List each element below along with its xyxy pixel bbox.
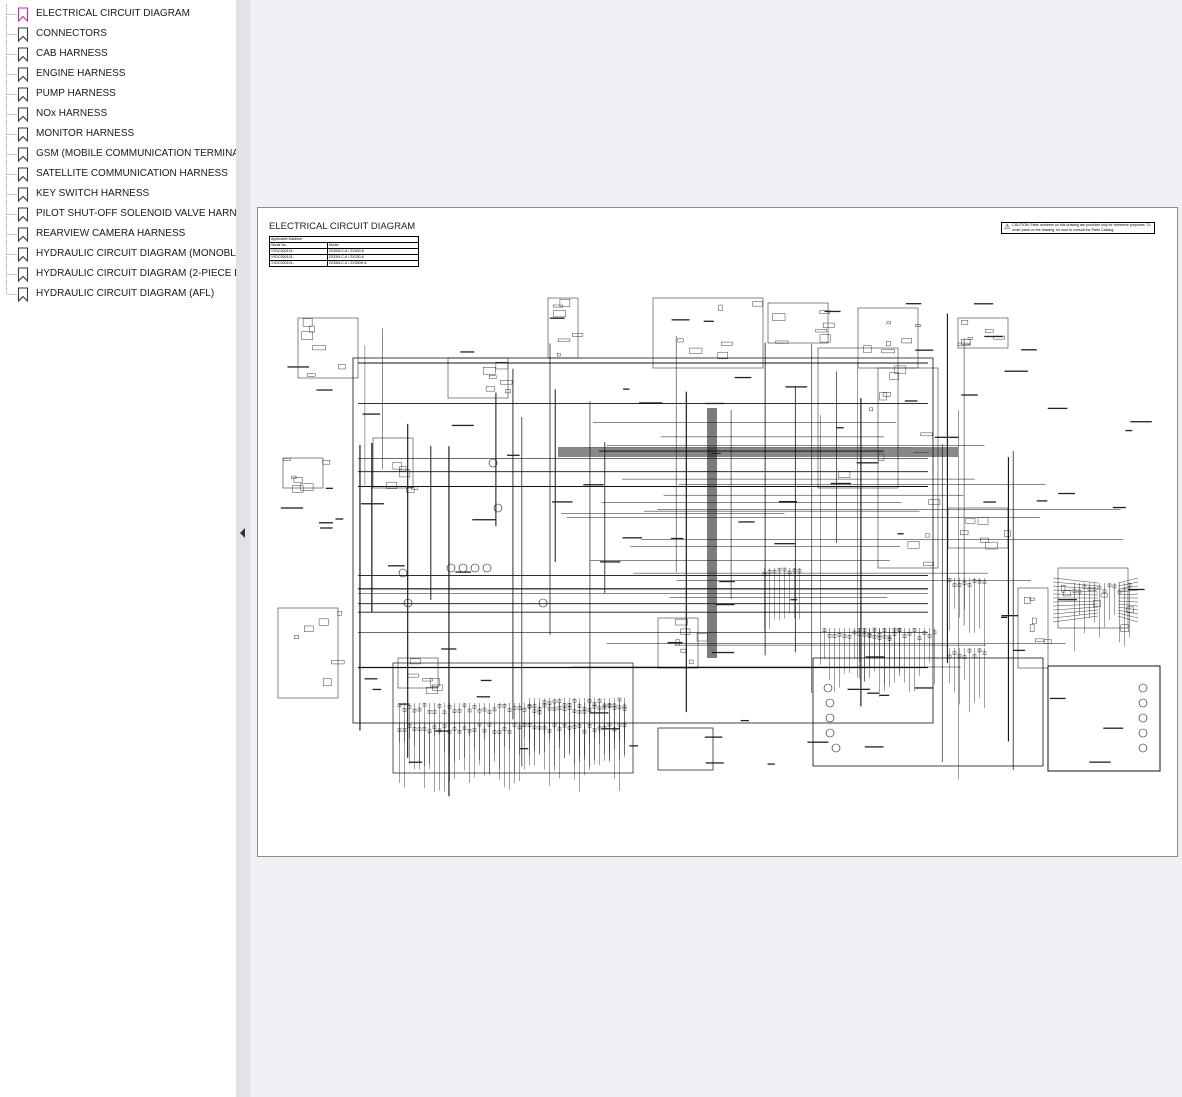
- bookmark-item[interactable]: GSM (MOBILE COMMUNICATION TERMINAL) HAR: [0, 144, 236, 164]
- bookmark-item[interactable]: REARVIEW CAMERA HARNESS: [0, 224, 236, 244]
- bookmark-icon: [17, 227, 29, 242]
- bookmarks-panel: ELECTRICAL CIRCUIT DIAGRAM CONNECTORS CAB …: [0, 0, 236, 1097]
- bookmark-label: MONITOR HARNESS: [36, 128, 135, 139]
- bookmark-item[interactable]: CONNECTORS: [0, 24, 236, 44]
- panel-splitter[interactable]: [236, 0, 250, 1097]
- bookmark-icon: [17, 27, 29, 42]
- bookmark-label: CONNECTORS: [36, 28, 107, 39]
- bookmark-icon: [17, 207, 29, 222]
- bookmark-item[interactable]: HYDRAULIC CIRCUIT DIAGRAM (2-PIECE BOOM)…: [0, 264, 236, 284]
- bookmark-icon: [17, 107, 29, 122]
- bookmark-item[interactable]: PILOT SHUT-OFF SOLENOID VALVE HARNESS: [0, 204, 236, 224]
- bookmark-icon: [17, 247, 29, 262]
- bookmark-item[interactable]: ELECTRICAL CIRCUIT DIAGRAM: [0, 4, 236, 24]
- bookmark-item[interactable]: PUMP HARNESS: [0, 84, 236, 104]
- bookmark-label: HYDRAULIC CIRCUIT DIAGRAM (2-PIECE BOOM)…: [36, 268, 236, 279]
- bookmark-label: NOx HARNESS: [36, 108, 108, 119]
- bookmark-icon: [17, 7, 29, 22]
- circuit-schematic: [277, 297, 1161, 797]
- bookmark-item[interactable]: ENGINE HARNESS: [0, 64, 236, 84]
- bookmark-list: ELECTRICAL CIRCUIT DIAGRAM CONNECTORS CAB …: [0, 4, 236, 304]
- bookmark-label: KEY SWITCH HARNESS: [36, 188, 150, 199]
- bookmark-label: HYDRAULIC CIRCUIT DIAGRAM (AFL): [36, 288, 215, 299]
- bookmark-label: REARVIEW CAMERA HARNESS: [36, 228, 186, 239]
- bookmark-item[interactable]: MONITOR HARNESS: [0, 124, 236, 144]
- bookmark-icon: [17, 187, 29, 202]
- document-page: ELECTRICAL CIRCUIT DIAGRAM Applicable Ma…: [257, 207, 1178, 857]
- bookmark-label: ENGINE HARNESS: [36, 68, 126, 79]
- bookmark-icon: [17, 67, 29, 82]
- bookmark-label: CAB HARNESS: [36, 48, 108, 59]
- bookmark-label: ELECTRICAL CIRCUIT DIAGRAM: [36, 8, 190, 19]
- bookmark-icon: [17, 287, 29, 302]
- bookmark-item[interactable]: KEY SWITCH HARNESS: [0, 184, 236, 204]
- bookmark-label: GSM (MOBILE COMMUNICATION TERMINAL) HAR: [36, 148, 236, 159]
- bookmark-item[interactable]: HYDRAULIC CIRCUIT DIAGRAM (MONOBLOCK BOO: [0, 244, 236, 264]
- bookmark-label: HYDRAULIC CIRCUIT DIAGRAM (MONOBLOCK BOO: [36, 248, 236, 259]
- bookmark-icon: [17, 47, 29, 62]
- bookmark-item[interactable]: CAB HARNESS: [0, 44, 236, 64]
- bookmark-icon: [17, 127, 29, 142]
- bookmark-label: PILOT SHUT-OFF SOLENOID VALVE HARNESS: [36, 208, 236, 219]
- bookmark-icon: [17, 167, 29, 182]
- bookmark-item[interactable]: NOx HARNESS: [0, 104, 236, 124]
- bookmark-icon: [17, 147, 29, 162]
- bookmark-label: SATELLITE COMMUNICATION HARNESS: [36, 168, 228, 179]
- bookmark-icon: [17, 267, 29, 282]
- bookmark-icon: [17, 87, 29, 102]
- chevron-left-icon: [240, 528, 245, 538]
- bookmark-item[interactable]: SATELLITE COMMUNICATION HARNESS: [0, 164, 236, 184]
- bookmark-label: PUMP HARNESS: [36, 88, 116, 99]
- collapse-sidebar-button[interactable]: [236, 523, 250, 543]
- bookmark-item[interactable]: HYDRAULIC CIRCUIT DIAGRAM (AFL): [0, 284, 236, 304]
